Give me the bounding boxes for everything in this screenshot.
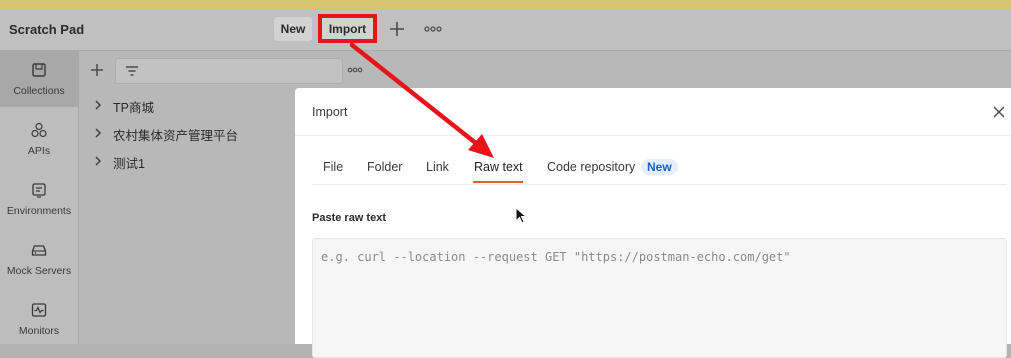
- dialog-title: Import: [312, 105, 348, 119]
- monitors-icon: [31, 303, 47, 317]
- sidebar-item-label: Mock Servers: [6, 265, 72, 277]
- tab-file[interactable]: File: [323, 160, 343, 174]
- environments-icon: [32, 183, 46, 198]
- collection-name: 农村集体资产管理平台: [113, 129, 239, 143]
- collection-name: 测试1: [113, 157, 145, 171]
- sidebar-item-label: APIs: [27, 145, 51, 157]
- sidebar-item-monitors[interactable]: Monitors: [0, 291, 78, 347]
- chevron-right-icon: [95, 128, 101, 138]
- apis-icon: [31, 122, 47, 138]
- sidebar-item-label: Environments: [6, 205, 72, 217]
- sidebar-item-label: Monitors: [18, 325, 60, 337]
- workspace-title: Scratch Pad: [9, 22, 85, 37]
- new-button[interactable]: New: [274, 17, 312, 41]
- sidebar-item-collections[interactable]: Collections: [0, 51, 78, 107]
- import-button[interactable]: Import: [318, 14, 377, 43]
- more-options-icon[interactable]: [424, 23, 442, 35]
- mock-servers-icon: [31, 245, 47, 256]
- raw-text-input[interactable]: e.g. curl --location --request GET "http…: [312, 238, 1007, 358]
- tab-folder[interactable]: Folder: [367, 160, 402, 174]
- new-badge: New: [641, 159, 678, 175]
- sidebar-item-environments[interactable]: Environments: [0, 171, 78, 227]
- tab-code-repository[interactable]: Code repository: [547, 160, 635, 174]
- app-header: Scratch Pad New Import: [0, 9, 1011, 51]
- mouse-cursor-icon: [515, 207, 527, 224]
- import-dialog: Import File Folder Link Raw text Code re…: [295, 88, 1011, 358]
- paste-raw-text-label: Paste raw text: [312, 212, 386, 224]
- active-tab-indicator: [473, 181, 523, 183]
- divider: [295, 135, 1011, 136]
- top-banner-strip: [0, 0, 1011, 9]
- raw-text-placeholder: e.g. curl --location --request GET "http…: [321, 250, 791, 264]
- tab-raw-text[interactable]: Raw text: [474, 160, 523, 174]
- collections-icon: [32, 63, 46, 77]
- left-sidebar: Collections APIs Environments Mock Serve…: [0, 51, 79, 344]
- close-icon[interactable]: [992, 105, 1006, 119]
- tab-link[interactable]: Link: [426, 160, 449, 174]
- chevron-right-icon: [95, 100, 101, 110]
- plus-icon[interactable]: [388, 19, 406, 39]
- collection-name: TP商城: [113, 101, 154, 115]
- chevron-right-icon: [95, 156, 101, 166]
- sidebar-item-label: Collections: [13, 85, 65, 97]
- more-options-icon[interactable]: [347, 65, 363, 75]
- divider: [312, 184, 1007, 185]
- add-collection-icon[interactable]: [89, 62, 105, 78]
- sidebar-item-apis[interactable]: APIs: [0, 111, 78, 167]
- sidebar-item-mock-servers[interactable]: Mock Servers: [0, 231, 78, 287]
- filter-input[interactable]: [115, 58, 343, 84]
- filter-icon: [126, 66, 138, 76]
